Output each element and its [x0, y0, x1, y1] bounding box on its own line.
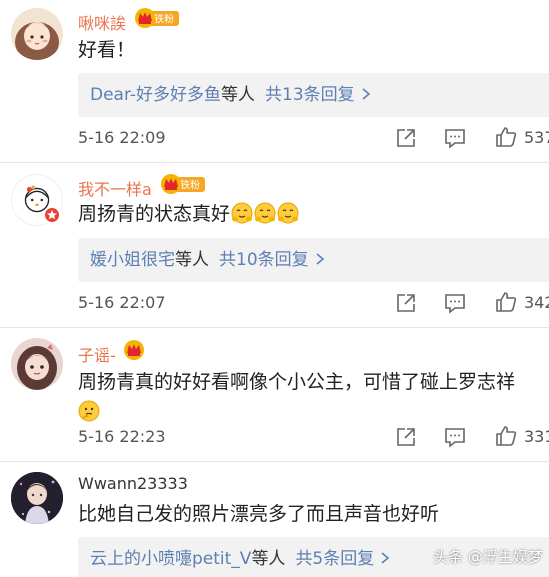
chevron-right-icon: [362, 88, 370, 100]
comment-text: 周扬青真的好好看啊像个小公主，可惜了碰上罗志祥: [78, 367, 537, 427]
reply-names[interactable]: 云上的小喷嚏petit_V: [90, 549, 251, 569]
reply-names[interactable]: 媛小姐很宅: [90, 250, 175, 270]
reply-count[interactable]: 共13条回复: [265, 85, 355, 105]
chevron-right-icon: [316, 253, 324, 265]
timestamp: 5-16 22:07: [78, 293, 166, 312]
reply-mid: 等人: [221, 85, 256, 105]
comment-meta: 5-16 22:23 331: [0, 425, 549, 449]
avatar[interactable]: [11, 472, 63, 524]
timestamp: 5-16 22:09: [78, 128, 166, 147]
like-icon[interactable]: [495, 126, 517, 148]
divider: [0, 461, 549, 462]
chevron-right-icon: [381, 552, 390, 564]
reply-preview[interactable]: Dear-好多好多鱼等人 共13条回复: [78, 73, 549, 117]
crown-badge: [122, 339, 146, 361]
fan-crown-badge: 铁粉: [160, 173, 206, 195]
divider: [0, 327, 549, 328]
fan-crown-badge: 铁粉: [134, 7, 180, 29]
hug-emoji-icon: [231, 202, 253, 224]
like-count: 331: [524, 427, 549, 446]
like-count: 342: [524, 293, 549, 312]
comment-meta: 5-16 22:09 537: [0, 126, 549, 150]
username[interactable]: 我不一样a: [78, 176, 152, 200]
reply-count[interactable]: 共10条回复: [219, 250, 309, 270]
comment-meta: 5-16 22:07 342: [0, 291, 549, 315]
reply-preview[interactable]: 媛小姐很宅等人 共10条回复: [78, 238, 549, 282]
avatar[interactable]: [11, 338, 63, 390]
comment-text: 周扬青的状态真好: [78, 199, 537, 229]
reply-names[interactable]: Dear-好多好多鱼: [90, 85, 221, 105]
fan-badge-label: 铁粉: [180, 179, 200, 192]
fan-badge-label: 铁粉: [154, 13, 174, 26]
share-icon[interactable]: [395, 127, 417, 149]
comment-icon[interactable]: [444, 292, 466, 314]
username[interactable]: 子谣-: [78, 342, 116, 366]
like-icon[interactable]: [495, 291, 517, 313]
avatar[interactable]: [11, 8, 63, 60]
share-icon[interactable]: [395, 426, 417, 448]
comment-icon[interactable]: [444, 426, 466, 448]
verified-badge-icon: [43, 206, 61, 224]
username[interactable]: Wwann23333: [78, 474, 188, 493]
username[interactable]: 啾咪誒: [78, 10, 126, 34]
hug-emoji-icon: [277, 202, 299, 224]
like-icon[interactable]: [495, 425, 517, 447]
like-count: 537: [524, 128, 549, 147]
reply-mid: 等人: [175, 250, 209, 270]
comment-icon[interactable]: [444, 127, 466, 149]
divider: [0, 162, 549, 163]
reply-count[interactable]: 共5条回复: [295, 549, 374, 569]
thinking-emoji-icon: [78, 400, 100, 422]
timestamp: 5-16 22:23: [78, 427, 166, 446]
hug-emoji-icon: [254, 202, 276, 224]
watermark: 头条 @浮生娱梦: [433, 548, 543, 566]
reply-mid: 等人: [251, 549, 286, 569]
comment-text: 好看！: [78, 39, 136, 61]
share-icon[interactable]: [395, 292, 417, 314]
comment-text: 比她自己发的照片漂亮多了而且声音也好听: [78, 503, 440, 525]
